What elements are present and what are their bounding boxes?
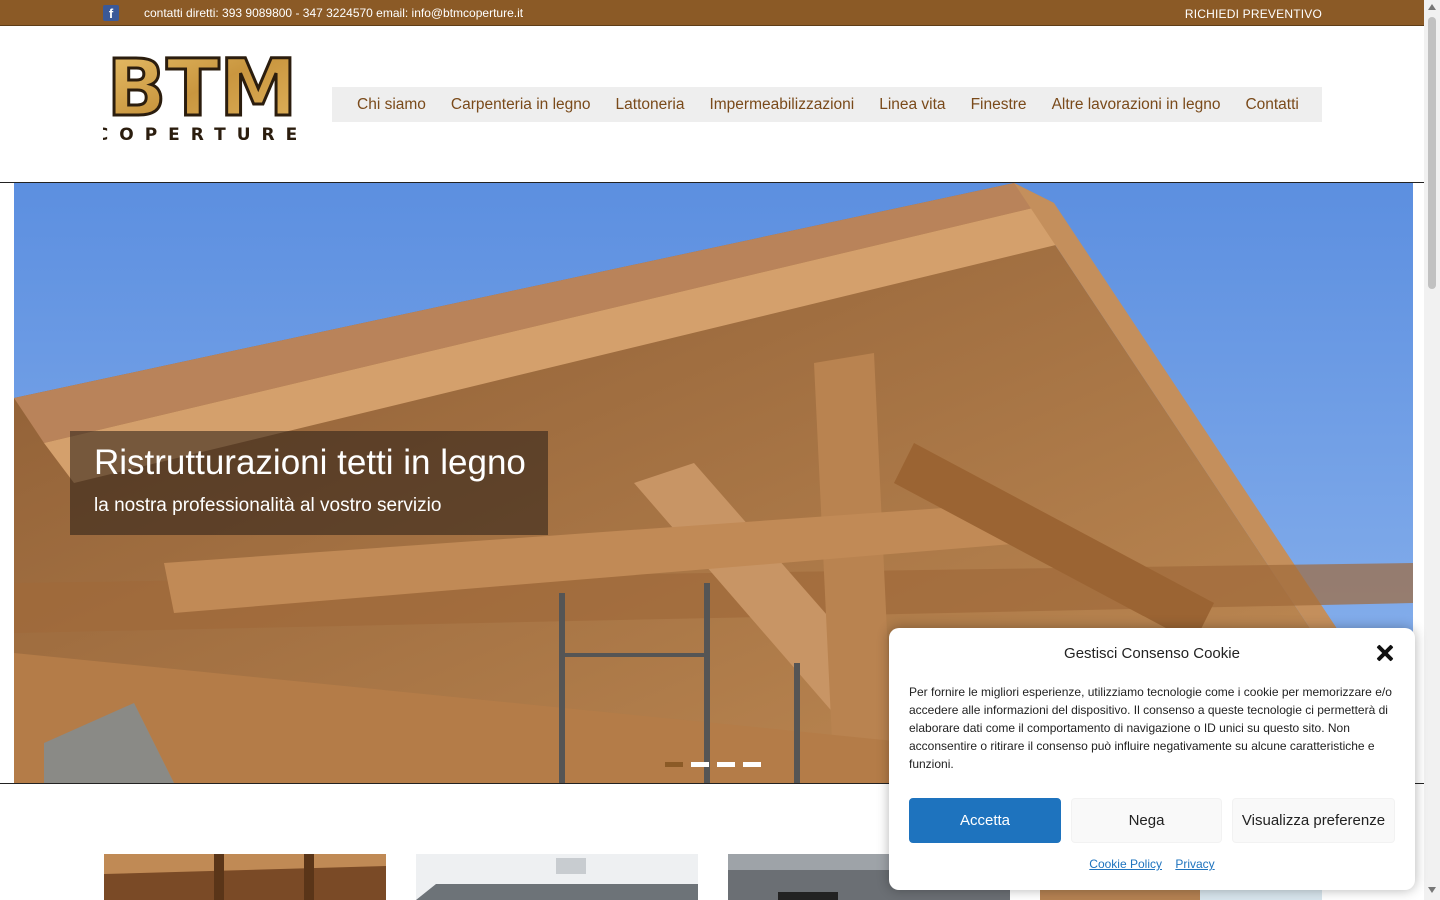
nav-item-lattoneria[interactable]: Lattoneria xyxy=(616,96,685,114)
view-preferences-button[interactable]: Visualizza preferenze xyxy=(1232,798,1395,843)
deny-button[interactable]: Nega xyxy=(1071,798,1222,843)
page-scrollbar[interactable] xyxy=(1424,0,1440,900)
scroll-down-arrow-icon[interactable] xyxy=(1428,887,1436,893)
scroll-up-arrow-icon[interactable] xyxy=(1428,4,1436,10)
cookie-consent-dialog: Gestisci Consenso Cookie Per fornire le … xyxy=(889,628,1415,890)
hero-subtitle: la nostra professionalità al vostro serv… xyxy=(94,495,442,516)
site-logo[interactable]: BTM COPERTURE xyxy=(96,41,301,146)
svg-text:COPERTURE: COPERTURE xyxy=(103,125,301,145)
slider-dot-4[interactable] xyxy=(743,762,761,767)
contact-info: contatti diretti: 393 9089800 - 347 3224… xyxy=(144,6,524,20)
slider-dot-1[interactable] xyxy=(665,762,683,767)
cookie-links: Cookie Policy Privacy xyxy=(889,857,1415,871)
nav-item-altre-lavorazioni[interactable]: Altre lavorazioni in legno xyxy=(1052,96,1221,114)
nav-item-carpenteria[interactable]: Carpenteria in legno xyxy=(451,96,591,114)
svg-text:BTM: BTM xyxy=(107,44,297,134)
main-nav: Chi siamo Carpenteria in legno Lattoneri… xyxy=(332,87,1322,122)
service-thumb-2[interactable] xyxy=(416,854,698,900)
cookie-dialog-text: Per fornire le migliori esperienze, util… xyxy=(909,685,1392,771)
scroll-thumb[interactable] xyxy=(1428,17,1436,289)
nav-item-finestre[interactable]: Finestre xyxy=(971,96,1027,114)
top-bar: f contatti diretti: 393 9089800 - 347 32… xyxy=(0,0,1424,26)
request-quote-link[interactable]: RICHIEDI PREVENTIVO xyxy=(1185,7,1322,21)
slider-dot-3[interactable] xyxy=(717,762,735,767)
nav-item-chi-siamo[interactable]: Chi siamo xyxy=(357,96,426,114)
close-icon[interactable] xyxy=(1374,642,1396,664)
nav-item-linea-vita[interactable]: Linea vita xyxy=(879,96,945,114)
site-header: BTM COPERTURE Chi siamo Carpenteria in l… xyxy=(0,27,1424,183)
service-thumb-1[interactable] xyxy=(104,854,386,900)
hero-caption: Ristrutturazioni tetti in legno la nostr… xyxy=(70,431,548,535)
cookie-dialog-title: Gestisci Consenso Cookie xyxy=(1064,645,1240,662)
nav-item-impermeabilizzazioni[interactable]: Impermeabilizzazioni xyxy=(709,96,854,114)
slider-dots xyxy=(665,762,761,767)
facebook-icon[interactable]: f xyxy=(103,5,119,21)
privacy-link[interactable]: Privacy xyxy=(1175,857,1214,871)
slider-dot-2[interactable] xyxy=(691,762,709,767)
cookie-policy-link[interactable]: Cookie Policy xyxy=(1089,857,1162,871)
accept-button[interactable]: Accetta xyxy=(909,798,1061,843)
hero-title: Ristrutturazioni tetti in legno xyxy=(94,443,526,482)
nav-item-contatti[interactable]: Contatti xyxy=(1245,96,1298,114)
